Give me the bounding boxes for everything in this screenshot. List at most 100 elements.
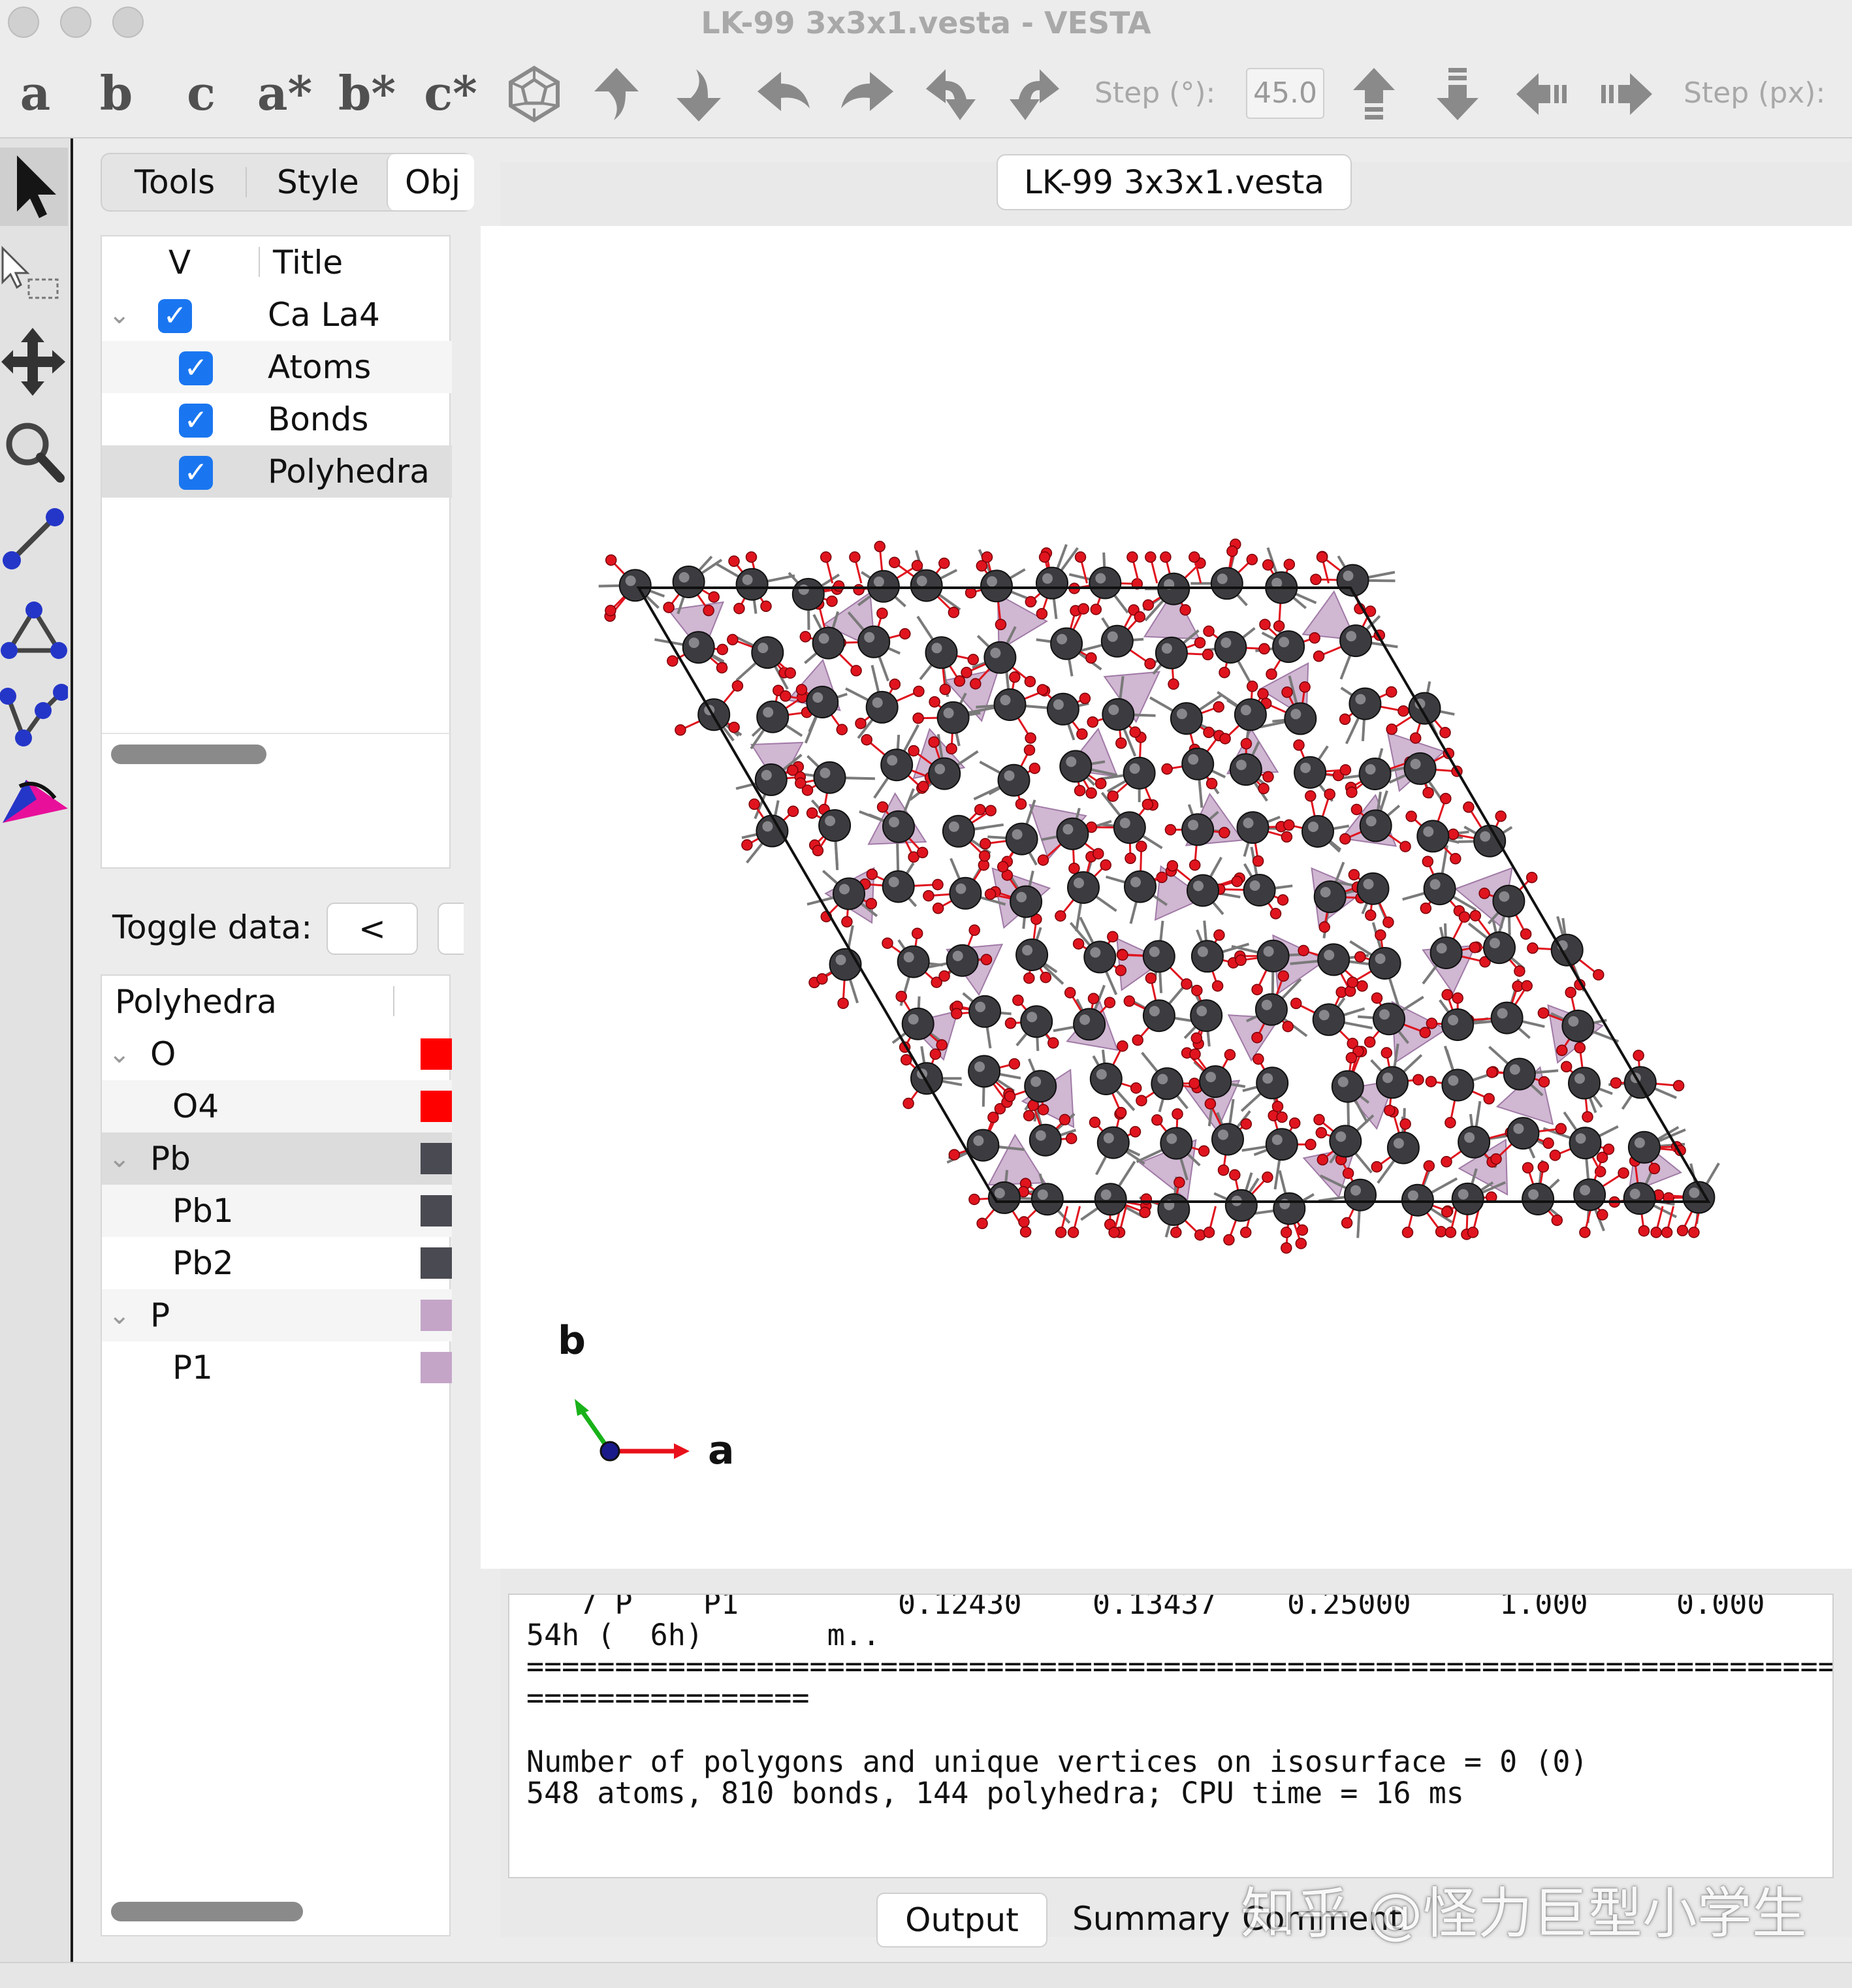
tab-style[interactable]: Style (277, 154, 359, 210)
step-angle-label: Step (°): (1094, 76, 1216, 110)
magnifier-icon[interactable] (0, 410, 68, 489)
lead-atom (833, 877, 865, 910)
lead-atom (1490, 1001, 1524, 1034)
toggle-next-button[interactable] (438, 903, 464, 955)
oxygen-atom (1205, 778, 1218, 790)
color-swatch[interactable] (421, 1352, 452, 1383)
lead-atom (756, 700, 790, 733)
color-swatch[interactable] (421, 1091, 452, 1122)
rotate-down-icon[interactable] (667, 63, 730, 125)
lead-atom-highlight (688, 637, 699, 649)
visible-column-header[interactable]: V (168, 236, 191, 289)
property-row-P[interactable]: ⌄ P (102, 1289, 452, 1341)
chevron-down-icon[interactable]: ⌄ (108, 289, 131, 341)
dihedral-icon[interactable] (0, 673, 68, 751)
title-column-header[interactable]: Title (273, 236, 343, 289)
chevron-down-icon[interactable]: ⌄ (108, 1028, 131, 1080)
property-row-Pb1[interactable]: Pb1 (102, 1185, 452, 1237)
select-arrow-icon[interactable] (0, 148, 68, 226)
move-icon[interactable] (0, 323, 68, 401)
lead-atom (1160, 1127, 1193, 1160)
lead-atom (1199, 1065, 1232, 1098)
polyhedron-view-icon[interactable] (503, 63, 566, 125)
structure-viewport[interactable]: b a (481, 226, 1852, 1569)
rotate-cw-icon[interactable] (1003, 63, 1066, 125)
property-row-O[interactable]: ⌄ O (102, 1028, 452, 1080)
rotate-up-icon[interactable] (585, 63, 648, 125)
view-along-c-button[interactable]: c (168, 65, 234, 121)
distance-icon[interactable] (0, 498, 68, 576)
oxygen-atom (1399, 841, 1411, 852)
oxygen-atom (1074, 551, 1087, 563)
oxygen-atom (1397, 705, 1409, 717)
lead-atom-highlight (758, 643, 769, 654)
structure-visible-checkbox[interactable]: ✓ (158, 299, 192, 333)
oxygen-atom (1409, 732, 1422, 744)
lead-atom (1050, 627, 1083, 660)
oxygen-atom (1551, 1214, 1563, 1226)
oxygen-atom (1277, 970, 1290, 982)
lead-atom-highlight (1629, 1189, 1640, 1200)
color-swatch[interactable] (421, 1195, 452, 1226)
view-along-c-star-button[interactable]: c* (418, 65, 483, 121)
property-row-P1[interactable]: P1 (102, 1341, 452, 1394)
view-along-a-star-button[interactable]: a* (252, 65, 317, 121)
tab-objects[interactable]: Obj (387, 154, 474, 210)
tab-tools[interactable]: Tools (135, 154, 215, 210)
color-swatch[interactable] (421, 1038, 452, 1070)
document-tab[interactable]: LK-99 3x3x1.vesta (997, 154, 1352, 210)
oxygen-atom (1281, 831, 1293, 843)
plane-icon[interactable] (0, 760, 68, 839)
lead-atom-highlight (1448, 1075, 1459, 1086)
oxygen-atom (1549, 1149, 1561, 1161)
tab-summary[interactable]: Summary (1072, 1893, 1230, 1948)
oxygen-atom (667, 655, 679, 667)
tree-item-structure[interactable]: ⌄ ✓ Ca La4 O13 (102, 289, 452, 386)
oxygen-atom (853, 584, 865, 596)
lead-atom-highlight (1279, 637, 1290, 648)
oxygen-atom (902, 1097, 914, 1110)
color-swatch[interactable] (421, 1300, 452, 1331)
tab-output[interactable]: Output (876, 1893, 1047, 1948)
bonds-visible-checkbox[interactable]: ✓ (179, 404, 213, 438)
oxygen-atom (974, 803, 986, 816)
tree-horizontal-scrollbar[interactable] (111, 745, 266, 764)
properties-horizontal-scrollbar[interactable] (111, 1902, 303, 1921)
color-swatch[interactable] (421, 1247, 452, 1279)
view-along-b-star-button[interactable]: b* (334, 65, 400, 121)
rect-select-icon[interactable] (0, 235, 68, 313)
color-swatch[interactable] (421, 1143, 452, 1174)
chevron-down-icon[interactable]: ⌄ (108, 1132, 131, 1185)
oxygen-atom (976, 1217, 988, 1230)
tree-item-polyhedra[interactable]: ✓ Polyhedra (102, 445, 452, 498)
translate-up-icon[interactable] (1343, 63, 1405, 125)
rotate-right-icon[interactable] (836, 63, 899, 125)
angle-icon[interactable] (0, 585, 68, 664)
view-along-b-button[interactable]: b (84, 65, 149, 121)
view-along-a-button[interactable]: a (3, 65, 68, 121)
lead-atom-highlight (1016, 891, 1027, 903)
property-row-O4[interactable]: O4 (102, 1080, 452, 1132)
atoms-visible-checkbox[interactable]: ✓ (179, 351, 213, 385)
step-angle-input[interactable]: 45.0 (1246, 68, 1324, 119)
output-console[interactable]: 7 P P1 0.12430 0.13437 0.25000 1.000 0.0… (508, 1594, 1834, 1878)
lead-atom-highlight (1350, 1185, 1361, 1196)
property-row-Pb[interactable]: ⌄ Pb (102, 1132, 452, 1185)
tree-item-bonds[interactable]: ✓ Bonds (102, 393, 452, 445)
oxygen-atom (948, 1149, 961, 1161)
oxygen-atom (1401, 1226, 1414, 1238)
chevron-down-icon[interactable]: ⌄ (108, 1289, 131, 1341)
property-row-Pb2[interactable]: Pb2 (102, 1237, 452, 1289)
rotate-ccw-icon[interactable] (919, 63, 982, 125)
lead-atom-highlight (1375, 954, 1386, 964)
oxygen-atom (703, 605, 714, 617)
lead-atom (1005, 822, 1038, 856)
polyhedra-visible-checkbox[interactable]: ✓ (179, 456, 213, 490)
tree-item-atoms[interactable]: ✓ Atoms (102, 341, 452, 393)
translate-down-icon[interactable] (1426, 63, 1489, 125)
translate-right-icon[interactable] (1593, 63, 1656, 125)
toggle-prev-button[interactable]: < (327, 903, 418, 955)
oxygen-atom (1018, 1216, 1030, 1228)
rotate-left-icon[interactable] (752, 63, 815, 125)
translate-left-icon[interactable] (1512, 63, 1575, 125)
